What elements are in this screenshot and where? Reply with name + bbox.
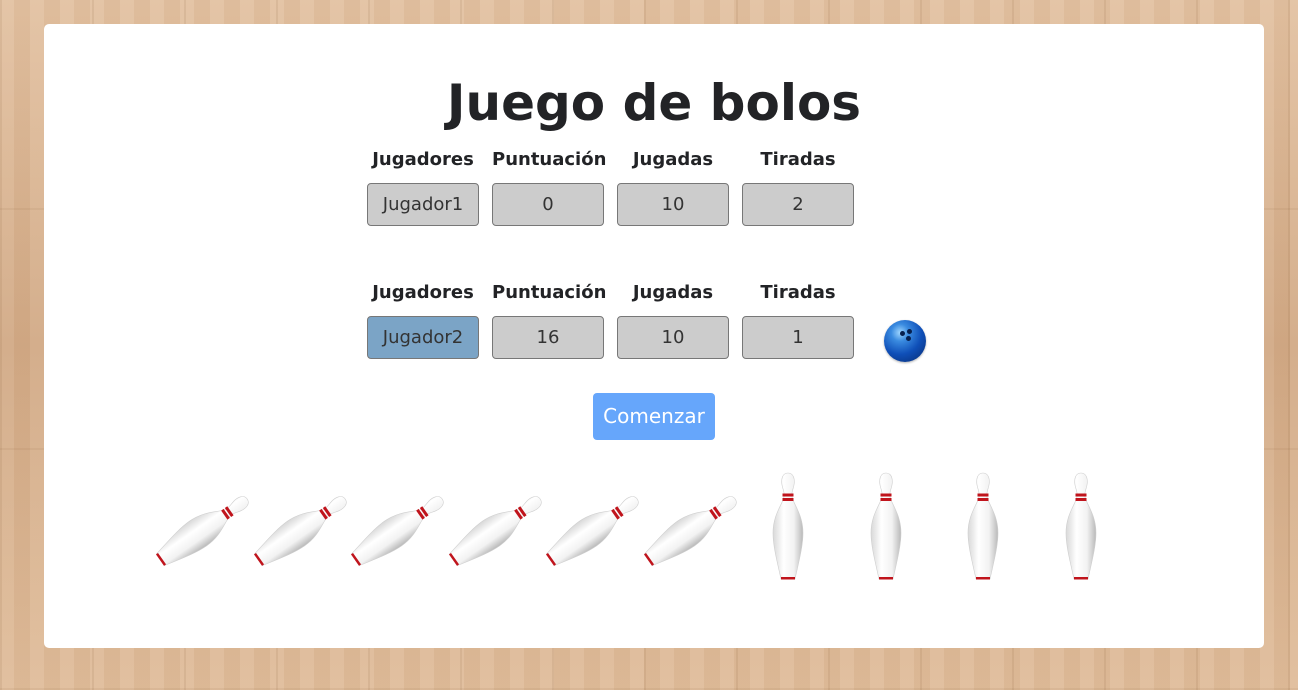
bowling-pin-icon [545,496,639,566]
start-button[interactable]: Comenzar [593,393,715,440]
header-throws: Tiradas [760,149,836,170]
bowling-pin-icon [253,496,347,566]
player-name-field: Jugador1 [367,183,479,226]
header-throws: Tiradas [760,282,836,303]
throws-field: 1 [742,316,854,359]
plays-field: 10 [617,183,729,226]
header-score: Puntuación [492,149,607,170]
game-card: Juego de bolos Jugadores Puntuación Juga… [44,24,1264,648]
player-2-row: Jugadores Puntuación Jugadas Tiradas Jug… [367,281,854,359]
bowling-pin-icon [155,496,249,566]
header-players: Jugadores [372,282,474,303]
score-field: 0 [492,183,604,226]
player-name-field-active: Jugador2 [367,316,479,359]
plays-field: 10 [617,316,729,359]
bowling-pin-icon [1065,472,1096,580]
score-field: 16 [492,316,604,359]
header-score: Puntuación [492,282,607,303]
header-players: Jugadores [372,149,474,170]
bowling-pin-icon [448,496,542,566]
header-plays: Jugadas [632,149,714,170]
bowling-pin-icon [967,472,999,580]
player-1-row: Jugadores Puntuación Jugadas Tiradas Jug… [367,148,854,226]
bowling-pin-icon [350,496,444,566]
page-title: Juego de bolos [446,74,862,132]
bowling-pin-icon [643,496,737,566]
bowling-pin-icon [870,472,901,580]
throws-field: 2 [742,183,854,226]
bowling-pin-icon [772,472,804,580]
bowling-ball-icon [884,320,926,362]
header-plays: Jugadas [632,282,714,303]
